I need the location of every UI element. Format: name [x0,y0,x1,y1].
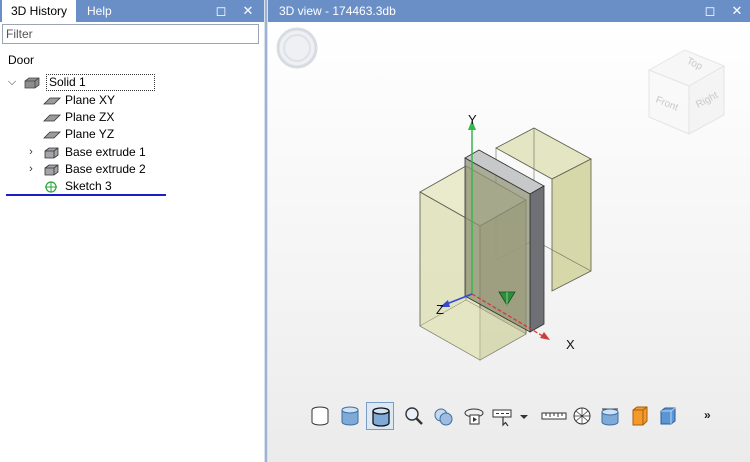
tree-item-label: Plane XY [65,93,116,107]
sketch-icon [45,181,57,193]
rotate-icon [464,408,484,425]
tab-3d-view[interactable]: 3D view - 174463.3db [271,0,404,22]
shaded-edges-view-button[interactable] [366,402,394,430]
close-icon: ✕ [242,3,254,18]
ruler-icon [541,412,567,420]
filter-input[interactable] [2,24,259,44]
close-view-button[interactable]: ✕ [729,3,745,19]
select-filter-button[interactable] [490,402,518,430]
close-panel-button[interactable]: ✕ [240,3,256,19]
pan-view-button[interactable] [430,402,458,430]
section-view-button[interactable] [596,402,624,430]
blue-box-icon [660,407,676,425]
tree-item-label: Plane ZX [65,110,115,124]
toolbar-overflow-button[interactable]: » [704,408,711,422]
3d-view-panel: 3D view - 174463.3db ◻ ✕ Top Front Right [268,0,750,462]
tree-item-label: Sketch 3 [65,179,112,193]
tree-item-label: Plane YZ [65,127,115,141]
chevron-right-icon[interactable]: › [25,161,37,178]
mesh-view-button[interactable] [568,402,596,430]
splitter-line [265,0,267,462]
maximize-panel-button[interactable]: ◻ [213,3,229,19]
plane-icon [43,114,61,122]
solid-icon [24,77,40,89]
shaded-edges-cylinder-icon [372,407,390,427]
history-panel: 3D History Help ◻ ✕ Door ⌵ Solid 1 Plane… [0,0,264,462]
rotate-view-button[interactable] [460,402,488,430]
wireframe-cylinder-icon [311,406,329,426]
select-filter-dropdown[interactable] [518,402,530,430]
tree-item-label: Solid 1 [46,74,155,91]
tree-item-label: Base extrude 2 [65,162,146,176]
maximize-icon: ◻ [215,3,227,18]
zoom-icon [405,407,423,425]
axis-y-label: Y [468,112,477,127]
3d-view-tab-bar: 3D view - 174463.3db ◻ ✕ [268,0,750,22]
plane-icon [43,131,61,139]
caret-down-icon [520,415,528,419]
history-tab-bar: 3D History Help ◻ ✕ [0,0,264,22]
maximize-icon: ◻ [704,3,716,18]
pan-view-icon [434,408,453,426]
maximize-view-button[interactable]: ◻ [702,3,718,19]
chevron-down-icon[interactable]: ⌵ [6,74,18,91]
tab-3d-history[interactable]: 3D History [2,0,77,22]
tree-root-label: Door [8,53,35,67]
axis-x-label: X [566,337,575,352]
plane-icon [43,97,61,105]
close-icon: ✕ [731,3,743,18]
selection-underline [6,194,166,196]
tree-item-label: Base extrude 1 [65,145,146,159]
axis-z-label: Z [436,302,444,317]
select-filter-icon [492,409,512,427]
colored-box-icon [632,406,648,426]
section-cylinder-icon [601,408,619,426]
shaded-cylinder-icon [341,406,359,426]
chevron-right-icon[interactable]: › [25,144,37,161]
extrude-icon [44,164,59,176]
rotation-indicator-icon[interactable] [276,27,318,69]
wireframe-view-button[interactable] [306,402,334,430]
mesh-sphere-icon [573,407,591,425]
shaded-view-button[interactable] [336,402,364,430]
material-view-button[interactable] [626,402,654,430]
standard-view-button[interactable] [654,402,682,430]
tab-help[interactable]: Help [78,0,121,22]
3d-viewport[interactable]: Top Front Right Y X Z » [268,22,750,462]
extrude-icon [44,147,59,159]
zoom-button[interactable] [400,402,428,430]
measure-button[interactable] [540,402,568,430]
